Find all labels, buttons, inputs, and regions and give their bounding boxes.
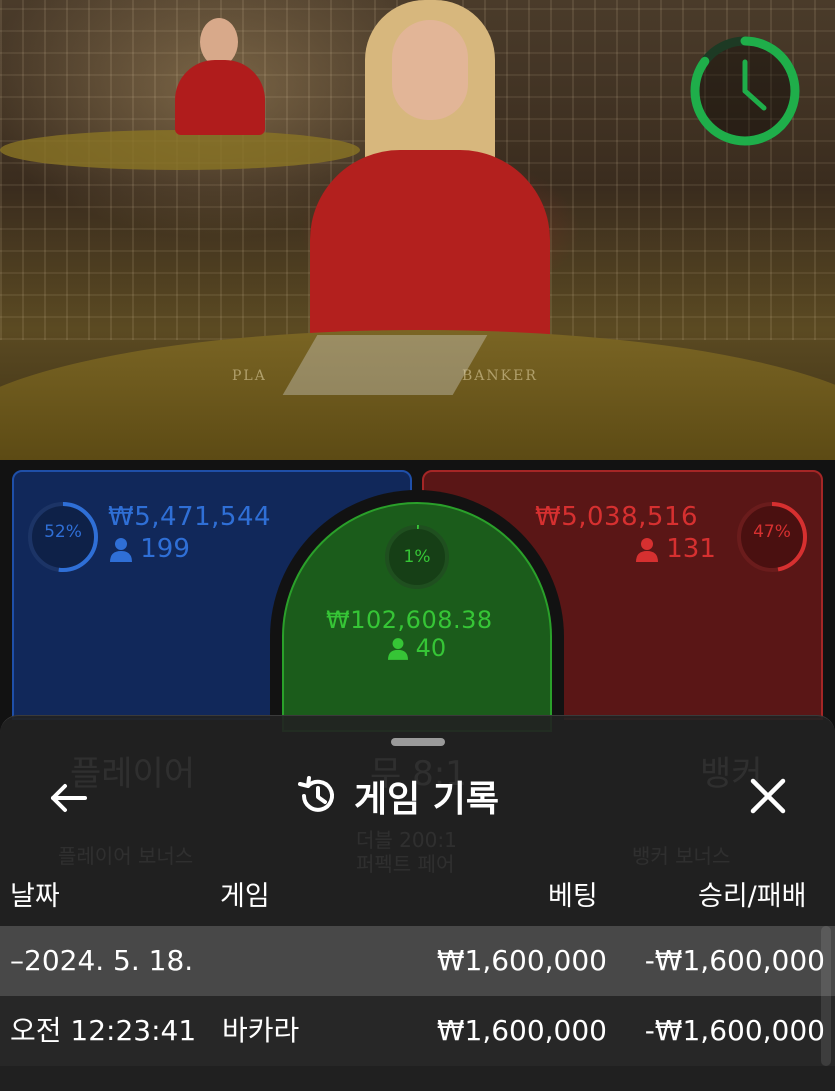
- column-header-game: 게임: [220, 881, 270, 912]
- background-dealer: [175, 60, 265, 135]
- banker-bettor-count: 131: [666, 534, 716, 564]
- player-person-icon: [110, 537, 132, 562]
- ghost-label-player-bonus: 플레이어 보너스: [58, 844, 194, 868]
- column-header-bet: 베팅: [548, 881, 598, 912]
- player-percent: 52%: [44, 522, 82, 542]
- felt-label-player: PLA: [232, 368, 267, 384]
- row-win-loss: -₩1,600,000: [644, 1014, 825, 1047]
- game-history-sheet: 플레이어 무 8:1 뱅커 플레이어 보너스 더블 200:1 퍼펙트 페어 뱅…: [0, 715, 835, 1091]
- banker-person-icon: [636, 537, 658, 562]
- back-button[interactable]: [44, 774, 92, 822]
- ghost-label-banker-bonus: 뱅커 보너스: [632, 844, 731, 868]
- tie-bet-amount: ₩102,608.38: [326, 606, 493, 634]
- date-group-bet: ₩1,600,000: [436, 944, 607, 977]
- history-icon: [298, 776, 334, 812]
- card-shoe: [282, 335, 488, 395]
- column-header-win-loss: 승리/패배: [698, 881, 807, 912]
- betting-area: 52% ₩5,471,544 199 47% ₩5,038,516 131 1%…: [0, 460, 835, 732]
- tie-bettor-count: 40: [415, 634, 447, 662]
- close-button[interactable]: [744, 772, 792, 820]
- background-table: [0, 130, 360, 170]
- row-time: 오전 12:23:41: [10, 1014, 197, 1047]
- tie-percent: 1%: [403, 547, 431, 567]
- banker-percent: 47%: [753, 522, 791, 542]
- sheet-drag-handle[interactable]: [391, 738, 445, 746]
- date-group-row[interactable]: –2024. 5. 18. ₩1,600,000 -₩1,600,000: [0, 926, 835, 996]
- banker-bet-amount: ₩5,038,516: [535, 502, 699, 532]
- date-group-label: –2024. 5. 18.: [10, 944, 194, 977]
- felt-label-banker: BANKER: [462, 368, 538, 384]
- clock-icon: [690, 36, 800, 146]
- ghost-label-pair: 더블 200:1 퍼펙트 페어: [356, 828, 457, 876]
- player-bettor-count: 199: [140, 534, 190, 564]
- sheet-title: 게임 기록: [296, 768, 499, 824]
- table-row[interactable]: 오전 12:23:41 바카라 ₩1,600,000 -₩1,600,000: [0, 996, 835, 1066]
- row-bet: ₩1,600,000: [436, 1014, 607, 1047]
- arrow-left-icon: [51, 784, 87, 812]
- background-dealer-head: [200, 18, 238, 66]
- player-bet-amount: ₩5,471,544: [108, 502, 272, 532]
- column-header-date: 날짜: [10, 881, 60, 912]
- tie-person-icon: [388, 638, 408, 660]
- date-group-win-loss: -₩1,600,000: [644, 944, 825, 977]
- dealer-face: [392, 20, 468, 120]
- close-icon: [750, 778, 786, 814]
- sheet-title-text: 게임 기록: [354, 779, 500, 820]
- scrollbar[interactable]: [821, 926, 831, 1066]
- row-game: 바카라: [222, 1014, 300, 1047]
- live-video-feed: PLA BANKER: [0, 0, 835, 470]
